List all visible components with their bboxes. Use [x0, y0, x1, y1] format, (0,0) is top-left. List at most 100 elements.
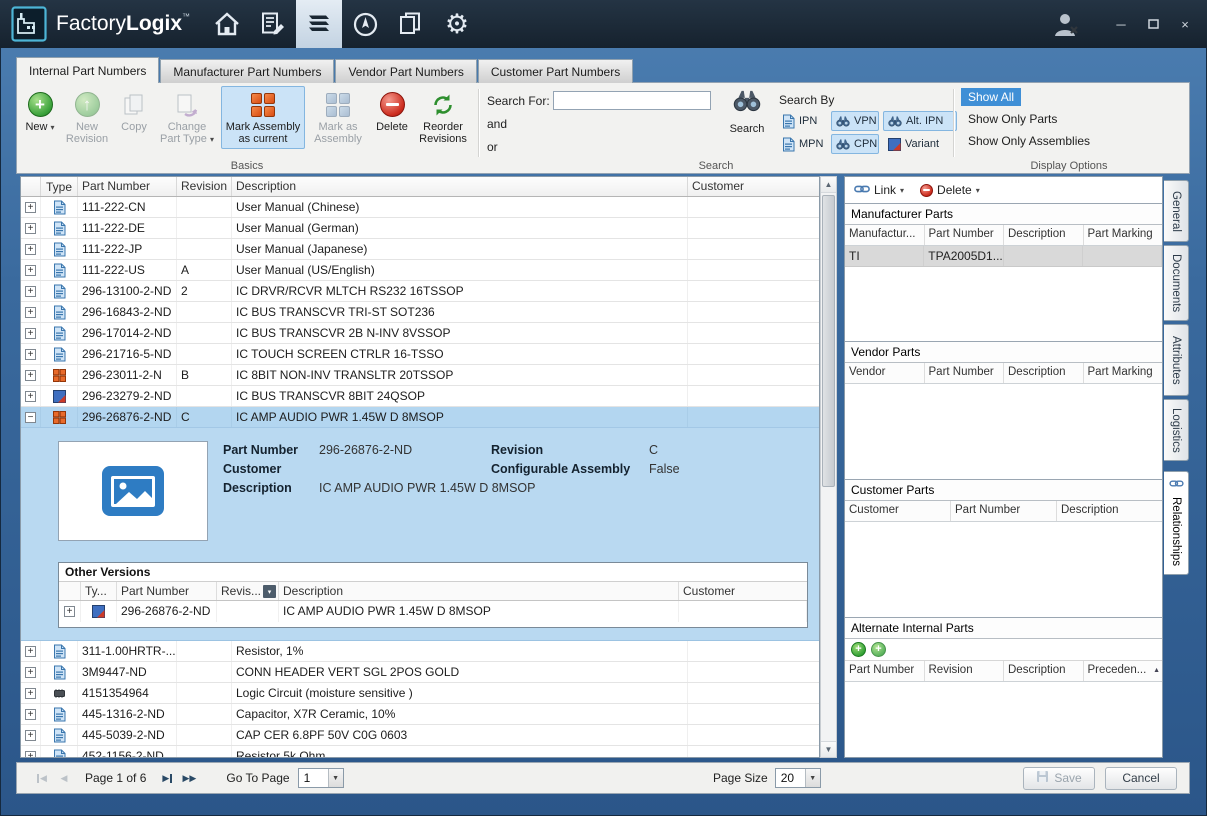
previous-page-button[interactable]: ◀: [53, 769, 75, 787]
goto-page-select[interactable]: 1 ▼: [297, 768, 344, 788]
expand-toggle[interactable]: +: [25, 708, 36, 720]
expand-toggle[interactable]: +: [25, 222, 36, 234]
table-row[interactable]: +296-21716-5-ND IC TOUCH SCREEN CTRLR 16-…: [21, 344, 819, 365]
column-header-revision[interactable]: Revis... ▾: [217, 582, 279, 600]
column-header-type[interactable]: Type: [41, 177, 78, 196]
expand-toggle[interactable]: +: [25, 750, 36, 757]
expand-toggle[interactable]: +: [25, 348, 36, 360]
column-header-revision[interactable]: Revision: [925, 661, 1004, 681]
table-row[interactable]: +296-23011-2-N B IC 8BIT NON-INV TRANSLTR …: [21, 365, 819, 386]
column-header-description[interactable]: Description: [279, 582, 679, 600]
expand-toggle[interactable]: +: [25, 645, 36, 657]
column-header-customer[interactable]: Customer: [679, 582, 807, 600]
table-row[interactable]: +296-17014-2-ND IC BUS TRANSCVR 2B N-INV …: [21, 323, 819, 344]
link-button[interactable]: Link ▾: [854, 183, 904, 197]
page-size-select[interactable]: 20 ▼: [774, 768, 821, 788]
display-option-show-only-parts[interactable]: Show Only Parts: [961, 110, 1064, 128]
table-row[interactable]: − 296-26876-2-ND C IC AMP AUDIO PWR 1.45W D…: [21, 407, 819, 428]
column-header-description[interactable]: Description: [1004, 363, 1084, 383]
tab-manufacturer-part-numbers[interactable]: Manufacturer Part Numbers: [160, 59, 335, 83]
settings-gear-icon[interactable]: ⚙: [434, 0, 480, 48]
tab-relationships[interactable]: Relationships: [1164, 471, 1189, 575]
expand-toggle[interactable]: +: [25, 327, 36, 339]
scroll-down-arrow[interactable]: ▼: [821, 741, 836, 757]
close-button[interactable]: ×: [1173, 14, 1197, 34]
column-header-customer[interactable]: Customer: [688, 177, 819, 196]
table-row[interactable]: +452-1156-2-ND Resistor 5k Ohm: [21, 746, 819, 757]
display-option-show-all[interactable]: Show All: [961, 88, 1022, 106]
column-header-part-number[interactable]: Part Number: [925, 225, 1004, 245]
linked-part-row[interactable]: TI TPA2005D1...: [845, 246, 1162, 267]
maximize-button[interactable]: [1141, 14, 1165, 34]
copy-button[interactable]: Copy: [115, 86, 153, 137]
expand-toggle[interactable]: +: [25, 390, 36, 402]
first-page-button[interactable]: ◀: [31, 769, 53, 787]
expand-toggle[interactable]: +: [25, 264, 36, 276]
column-header-part-number[interactable]: Part Number: [925, 363, 1004, 383]
search-input[interactable]: [553, 91, 711, 110]
column-header-part-marking[interactable]: Part Marking: [1084, 225, 1163, 245]
scrollbar-thumb[interactable]: [822, 195, 835, 487]
column-header-vendor[interactable]: Vendor: [845, 363, 925, 383]
filter-vpn-button[interactable]: VPN: [831, 111, 879, 131]
column-header-description[interactable]: Description: [1057, 501, 1162, 521]
table-row[interactable]: +296-23279-2-ND IC BUS TRANSCVR 8BIT 24QS…: [21, 386, 819, 407]
filter-mpn-button[interactable]: MPN: [777, 134, 827, 154]
column-header-revision[interactable]: Revision: [177, 177, 232, 196]
column-header-manufactur[interactable]: Manufactur...: [845, 225, 925, 245]
expand-toggle[interactable]: +: [25, 687, 36, 699]
add-alternate-button[interactable]: +: [851, 642, 866, 657]
change-part-type-button[interactable]: Change Part Type ▾: [155, 86, 219, 150]
table-row[interactable]: +111-222-US A User Manual (US/English): [21, 260, 819, 281]
scroll-up-arrow[interactable]: ▲: [821, 177, 836, 193]
parts-icon[interactable]: [296, 0, 343, 48]
table-row[interactable]: +111-222-DE User Manual (German): [21, 218, 819, 239]
table-row[interactable]: +4151354964 Logic Circuit (moisture sensi…: [21, 683, 819, 704]
table-row[interactable]: +445-5039-2-ND CAP CER 6.8PF 50V C0G 0603: [21, 725, 819, 746]
tab-vendor-part-numbers[interactable]: Vendor Part Numbers: [335, 59, 477, 83]
filter-variant-button[interactable]: Variant: [883, 134, 957, 154]
search-button[interactable]: Search: [721, 88, 773, 135]
filter-ipn-button[interactable]: IPN: [777, 111, 827, 131]
table-row[interactable]: +111-222-JP User Manual (Japanese): [21, 239, 819, 260]
add-alternate-secondary-button[interactable]: +: [871, 642, 886, 657]
new-button[interactable]: + New ▾: [21, 86, 59, 138]
expand-toggle[interactable]: +: [25, 369, 36, 381]
minimize-button[interactable]: ─: [1109, 14, 1133, 34]
navigator-icon[interactable]: [342, 0, 388, 48]
table-row[interactable]: +111-222-CN User Manual (Chinese): [21, 197, 819, 218]
cancel-button[interactable]: Cancel: [1105, 766, 1177, 790]
delete-button[interactable]: Delete: [371, 86, 413, 137]
column-header-description[interactable]: Description: [232, 177, 688, 196]
column-header-description[interactable]: Description: [1004, 661, 1084, 681]
reorder-revisions-button[interactable]: Reorder Revisions: [415, 86, 471, 149]
column-header-part-marking[interactable]: Part Marking: [1084, 363, 1163, 383]
column-header-part-number[interactable]: Part Number: [845, 661, 925, 681]
table-row[interactable]: +3M9447-ND CONN HEADER VERT SGL 2POS GOLD: [21, 662, 819, 683]
tab-documents[interactable]: Documents: [1164, 245, 1189, 321]
tab-customer-part-numbers[interactable]: Customer Part Numbers: [477, 59, 634, 83]
documents-icon[interactable]: [388, 0, 434, 48]
column-header-part-number[interactable]: Part Number: [117, 582, 217, 600]
column-header-customer[interactable]: Customer: [845, 501, 951, 521]
mark-as-assembly-button[interactable]: Mark as Assembly: [307, 86, 369, 149]
filter-alt-ipn-button[interactable]: Alt. IPN: [883, 111, 957, 131]
worksheets-icon[interactable]: [250, 0, 296, 48]
table-row[interactable]: +296-13100-2-ND 2 IC DRVR/RCVR MLTCH RS232…: [21, 281, 819, 302]
mark-assembly-current-button[interactable]: Mark Assembly as current: [221, 86, 305, 149]
expand-toggle[interactable]: +: [25, 666, 36, 678]
tab-attributes[interactable]: Attributes: [1164, 324, 1189, 396]
tab-logistics[interactable]: Logistics: [1164, 399, 1189, 461]
expand-toggle[interactable]: +: [25, 243, 36, 255]
table-row[interactable]: +445-1316-2-ND Capacitor, X7R Ceramic, 10…: [21, 704, 819, 725]
expand-toggle[interactable]: +: [25, 285, 36, 297]
filter-cpn-button[interactable]: CPN: [831, 134, 879, 154]
other-version-row[interactable]: +296-26876-2-ND IC AMP AUDIO PWR 1.45W D …: [59, 601, 807, 622]
last-page-button[interactable]: ▶▶: [178, 769, 200, 787]
tab-internal-part-numbers[interactable]: Internal Part Numbers: [16, 57, 160, 83]
table-row[interactable]: +296-16843-2-ND IC BUS TRANSCVR TRI-ST SO…: [21, 302, 819, 323]
save-button[interactable]: Save: [1023, 766, 1095, 790]
vertical-scrollbar[interactable]: ▲ ▼: [820, 176, 837, 758]
next-page-button[interactable]: ▶: [156, 769, 178, 787]
expand-toggle[interactable]: +: [25, 729, 36, 741]
